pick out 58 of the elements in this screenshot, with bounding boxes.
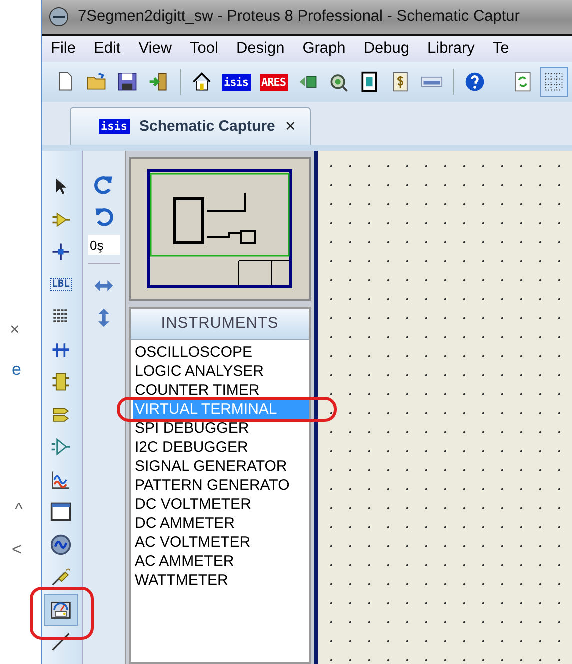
port-icon: [50, 436, 72, 458]
menu-item[interactable]: File: [42, 40, 85, 58]
refresh-icon: [512, 71, 534, 93]
window-text: e: [12, 360, 22, 380]
instrument-item[interactable]: LOGIC ANALYSER: [133, 362, 309, 381]
door-icon: [148, 71, 170, 93]
menu-item[interactable]: Tool: [181, 40, 228, 58]
floppy-icon: [117, 71, 139, 93]
instrument-item[interactable]: WATTMETER: [133, 571, 309, 590]
close-icon[interactable]: ×: [285, 116, 296, 137]
rotate-counterclockwise-icon: [93, 206, 115, 228]
instrument-item[interactable]: I2C DEBUGGER: [133, 438, 309, 457]
instrument-item[interactable]: SIGNAL GENERATOR: [133, 457, 309, 476]
schematic-tab[interactable]: isis Schematic Capture ×: [70, 107, 311, 145]
menu-item[interactable]: Design: [227, 40, 294, 58]
window-icon: [50, 501, 72, 524]
schematic-canvas[interactable]: [314, 151, 572, 664]
line-icon: [50, 631, 72, 654]
rotate-clockwise-icon: [93, 174, 115, 196]
app-icon: [48, 6, 70, 28]
instrument-item[interactable]: AC AMMETER: [133, 552, 309, 571]
tool-button[interactable]: [44, 594, 78, 626]
collapse-glyph[interactable]: ^: [15, 500, 23, 520]
menu-item[interactable]: Library: [418, 40, 484, 58]
menu-item[interactable]: Graph: [294, 40, 355, 58]
instrument-item[interactable]: DC AMMETER: [133, 514, 309, 533]
close-icon-text[interactable]: ×: [10, 320, 20, 340]
back-glyph[interactable]: <: [12, 540, 22, 560]
tab-label: Schematic Capture: [140, 118, 276, 135]
isis-button[interactable]: isis: [219, 67, 254, 97]
instrument-item[interactable]: SPI DEBUGGER: [133, 419, 309, 438]
instrument-item[interactable]: COUNTER TIMER: [133, 381, 309, 400]
logo-icon: isis: [99, 119, 130, 134]
window-title: 7Segmen2digitt_sw - Proteus 8 Professional - Schematic Captur: [78, 8, 520, 26]
menu-item[interactable]: Edit: [84, 40, 130, 58]
house-icon: [191, 71, 213, 93]
menu-item[interactable]: Debug: [354, 40, 418, 58]
instrument-item[interactable]: AC VOLTMETER: [133, 533, 309, 552]
probe-icon: [50, 566, 72, 588]
picker-title: INSTRUMENTS: [131, 309, 309, 340]
logo-icon: ARES: [260, 74, 288, 90]
menu-item[interactable]: Te: [484, 40, 518, 58]
menu-item[interactable]: View: [130, 40, 182, 58]
folder-icon: [86, 71, 108, 93]
subcircuit-icon: [50, 371, 72, 394]
overview-panel[interactable]: [129, 157, 311, 301]
label-icon: LBL: [50, 278, 72, 292]
generator-icon: [50, 534, 72, 556]
grid-icon: [543, 71, 565, 93]
logo-icon: isis: [222, 74, 250, 90]
instrument-item[interactable]: DC VOLTMETER: [133, 495, 309, 514]
instrument-item[interactable]: PATTERN GENERATO: [133, 476, 309, 495]
angle-field[interactable]: 0ş: [88, 235, 120, 255]
help-icon: [464, 71, 486, 93]
ares-button[interactable]: ARES: [256, 67, 291, 97]
tool-button[interactable]: LBL: [44, 268, 78, 301]
instrument-item[interactable]: OSCILLOSCOPE: [133, 343, 309, 362]
junction-icon: [50, 241, 72, 264]
